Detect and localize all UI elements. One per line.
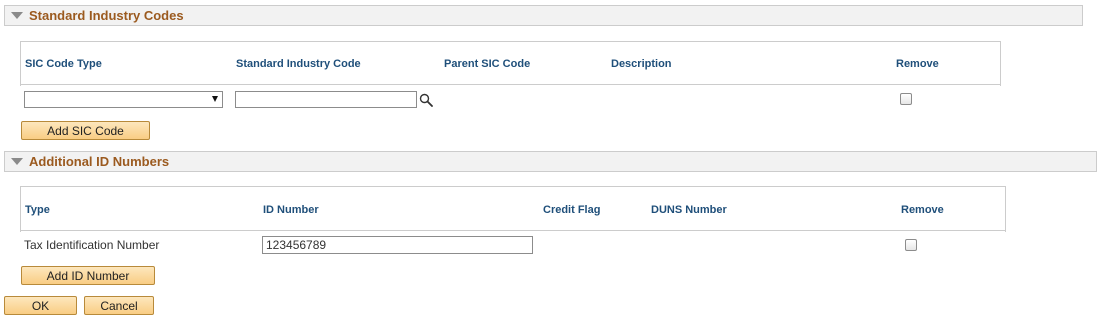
- sic-col-code-header: Standard Industry Code: [236, 58, 361, 70]
- id-type-cell: Tax Identification Number: [24, 238, 160, 252]
- sic-col-remove-header: Remove: [896, 58, 939, 70]
- id-remove-checkbox[interactable]: [905, 239, 917, 251]
- id-grid: Type ID Number Credit Flag DUNS Number R…: [20, 186, 1006, 232]
- standard-industry-code-input[interactable]: [235, 91, 417, 108]
- add-sic-code-button[interactable]: Add SIC Code: [21, 121, 150, 140]
- id-col-credit-header: Credit Flag: [543, 204, 601, 216]
- add-id-number-button[interactable]: Add ID Number: [21, 266, 155, 285]
- sic-col-parent-header: Parent SIC Code: [444, 58, 531, 70]
- sic-grid-header-row: SIC Code Type Standard Industry Code Par…: [21, 42, 1000, 85]
- collapse-triangle-icon[interactable]: [11, 158, 23, 165]
- dropdown-arrow-icon: [212, 96, 218, 102]
- id-section-header[interactable]: Additional ID Numbers: [4, 151, 1097, 172]
- sic-col-type-header: SIC Code Type: [25, 58, 102, 70]
- id-col-number-header: ID Number: [263, 204, 319, 216]
- magnifier-icon[interactable]: [419, 93, 433, 107]
- id-col-duns-header: DUNS Number: [651, 204, 727, 216]
- collapse-triangle-icon[interactable]: [11, 12, 23, 19]
- sic-grid: SIC Code Type Standard Industry Code Par…: [20, 41, 1001, 86]
- sic-col-description-header: Description: [611, 58, 672, 70]
- sic-section-title: Standard Industry Codes: [29, 8, 184, 23]
- id-number-input[interactable]: 123456789: [262, 236, 533, 254]
- sic-remove-checkbox[interactable]: [900, 93, 912, 105]
- cancel-button[interactable]: Cancel: [84, 296, 154, 315]
- id-grid-header-row: Type ID Number Credit Flag DUNS Number R…: [21, 187, 1005, 231]
- id-col-type-header: Type: [25, 204, 50, 216]
- id-section-title: Additional ID Numbers: [29, 154, 170, 169]
- sic-section-header[interactable]: Standard Industry Codes: [4, 5, 1083, 26]
- sic-code-type-select[interactable]: [24, 91, 223, 108]
- ok-button[interactable]: OK: [4, 296, 77, 315]
- id-col-remove-header: Remove: [901, 204, 944, 216]
